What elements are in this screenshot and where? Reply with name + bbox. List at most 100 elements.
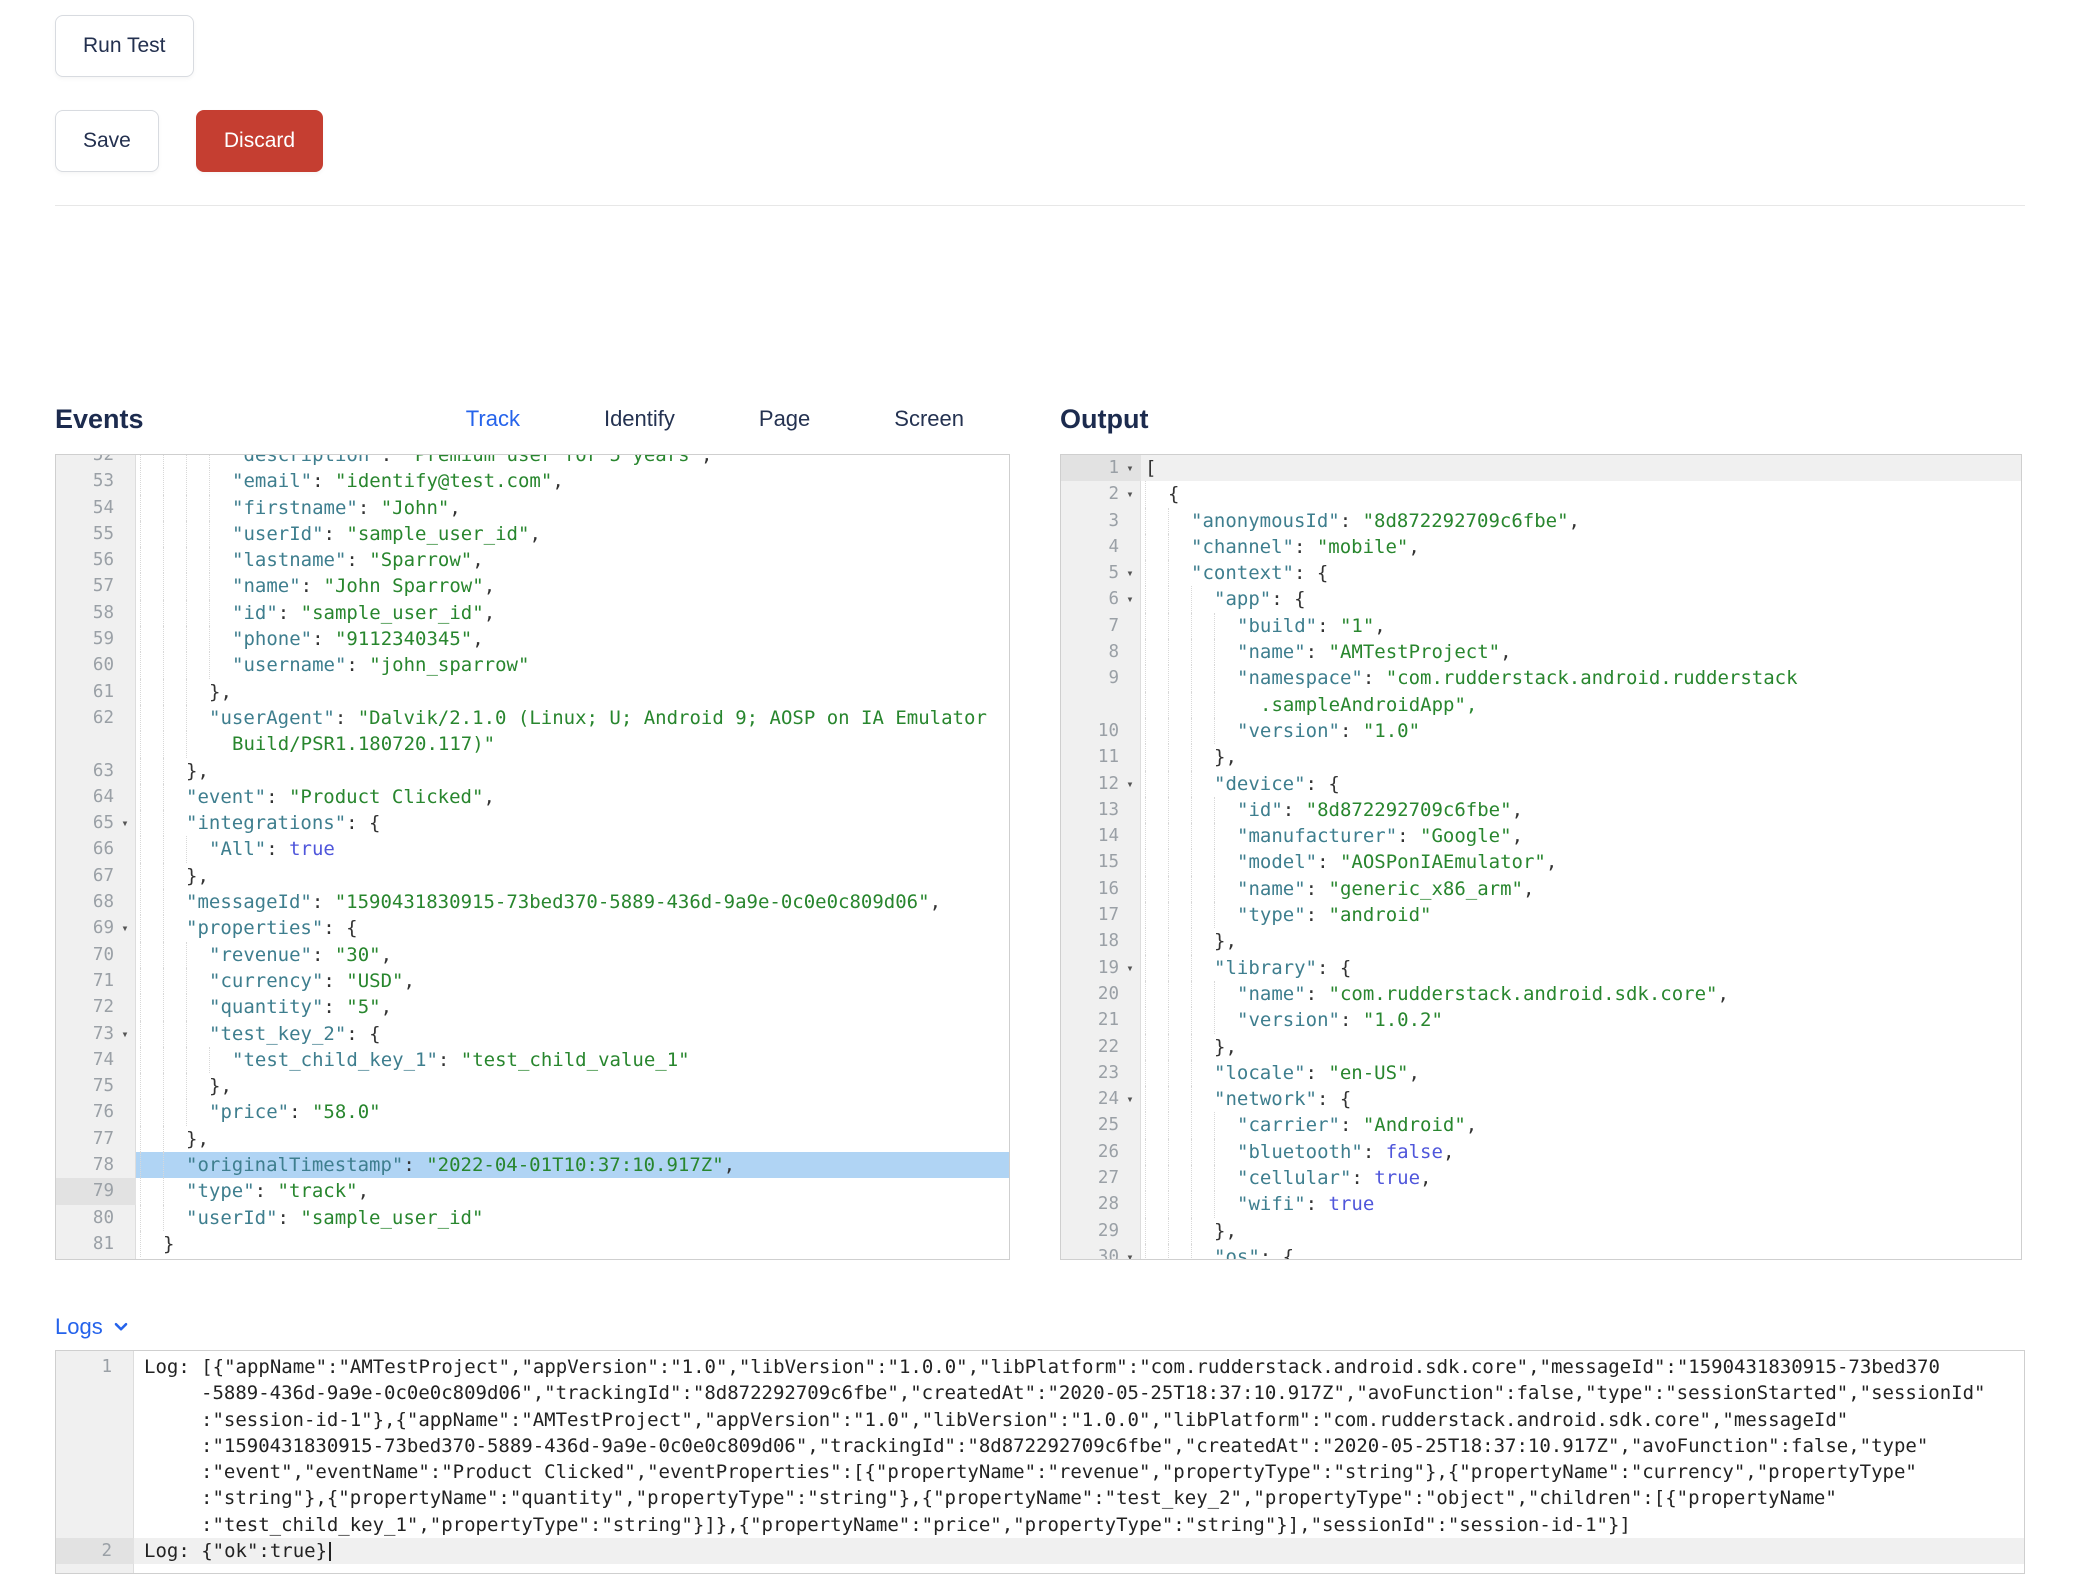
run-test-button[interactable]: Run Test bbox=[55, 15, 194, 77]
code-line[interactable]: }, bbox=[136, 1126, 1009, 1152]
code-line[interactable]: "namespace": "com.rudderstack.android.ru… bbox=[1141, 665, 2021, 691]
code-line[interactable]: }, bbox=[1141, 1218, 2021, 1244]
tab-identify[interactable]: Identify bbox=[604, 406, 675, 432]
code-line[interactable]: "type": "android" bbox=[1141, 902, 2021, 928]
code-line[interactable]: "userAgent": "Dalvik/2.1.0 (Linux; U; An… bbox=[136, 705, 1009, 731]
code-line[interactable]: }, bbox=[136, 1073, 1009, 1099]
tab-screen[interactable]: Screen bbox=[894, 406, 964, 432]
code-line[interactable]: "app": { bbox=[1141, 586, 2021, 612]
tab-track[interactable]: Track bbox=[466, 406, 520, 432]
code-line[interactable]: "library": { bbox=[1141, 955, 2021, 981]
code-line[interactable]: :"test_child_key_1","propertyType":"stri… bbox=[134, 1512, 2024, 1538]
code-line[interactable]: "name": "com.rudderstack.android.sdk.cor… bbox=[1141, 981, 2021, 1007]
code-line[interactable]: "locale": "en-US", bbox=[1141, 1060, 2021, 1086]
code-line[interactable]: "currency": "USD", bbox=[136, 968, 1009, 994]
code-line[interactable]: "lastname": "Sparrow", bbox=[136, 547, 1009, 573]
code-line[interactable]: "id": "sample_user_id", bbox=[136, 600, 1009, 626]
code-line[interactable]: "quantity": "5", bbox=[136, 994, 1009, 1020]
fold-arrow-icon[interactable]: ▾ bbox=[1119, 1244, 1141, 1260]
code-line[interactable]: :"1590431830915-73bed370-5889-436d-9a9e-… bbox=[134, 1433, 2024, 1459]
code-line[interactable]: "test_key_2": { bbox=[136, 1021, 1009, 1047]
code-line[interactable]: "messageId": "1590431830915-73bed370-588… bbox=[136, 889, 1009, 915]
code-line[interactable]: }, bbox=[136, 758, 1009, 784]
code-line[interactable]: "revenue": "30", bbox=[136, 942, 1009, 968]
fold-arrow-icon[interactable]: ▾ bbox=[1119, 481, 1141, 507]
code-line[interactable]: "bluetooth": false, bbox=[1141, 1139, 2021, 1165]
code-line[interactable]: "cellular": true, bbox=[1141, 1165, 2021, 1191]
code-line[interactable]: "name": "AMTestProject", bbox=[1141, 639, 2021, 665]
code-line[interactable]: ] bbox=[136, 1257, 1009, 1260]
fold-arrow-icon[interactable]: ▾ bbox=[1119, 771, 1141, 797]
event-payload-editor[interactable]: 52"description": "Premium user for 5 yea… bbox=[55, 454, 1010, 1260]
code-line[interactable]: .sampleAndroidApp", bbox=[1141, 692, 2021, 718]
logs-console[interactable]: 1Log: [{"appName":"AMTestProject","appVe… bbox=[55, 1350, 2025, 1574]
code-line[interactable]: "model": "AOSPonIAEmulator", bbox=[1141, 849, 2021, 875]
output-editor[interactable]: 1▾[2▾{3"anonymousId": "8d872292709c6fbe"… bbox=[1060, 454, 2022, 1260]
code-line[interactable]: "All": true bbox=[136, 836, 1009, 862]
fold-arrow-icon[interactable]: ▾ bbox=[1119, 455, 1141, 481]
code-line[interactable]: "test_child_key_1": "test_child_value_1" bbox=[136, 1047, 1009, 1073]
code-line[interactable]: { bbox=[1141, 481, 2021, 507]
code-line[interactable]: }, bbox=[1141, 744, 2021, 770]
code-line[interactable]: "username": "john_sparrow" bbox=[136, 652, 1009, 678]
code-line[interactable]: "build": "1", bbox=[1141, 613, 2021, 639]
code-line[interactable]: "userId": "sample_user_id", bbox=[136, 521, 1009, 547]
fold-arrow-icon[interactable]: ▾ bbox=[1119, 1086, 1141, 1112]
code-line[interactable]: "price": "58.0" bbox=[136, 1099, 1009, 1125]
code-line[interactable]: "originalTimestamp": "2022-04-01T10:37:1… bbox=[136, 1152, 1009, 1178]
code-line[interactable]: }, bbox=[136, 679, 1009, 705]
fold-arrow-icon[interactable]: ▾ bbox=[114, 915, 136, 941]
line-number: 24 bbox=[1067, 1086, 1119, 1112]
code-line[interactable]: } bbox=[136, 1231, 1009, 1257]
save-button[interactable]: Save bbox=[55, 110, 159, 172]
fold-arrow-icon[interactable]: ▾ bbox=[1119, 560, 1141, 586]
code-line[interactable]: "properties": { bbox=[136, 915, 1009, 941]
fold-arrow-icon[interactable]: ▾ bbox=[114, 810, 136, 836]
code-line[interactable]: "carrier": "Android", bbox=[1141, 1112, 2021, 1138]
code-line[interactable]: "event": "Product Clicked", bbox=[136, 784, 1009, 810]
code-line[interactable]: "network": { bbox=[1141, 1086, 2021, 1112]
code-line[interactable]: [ bbox=[1141, 455, 2021, 481]
code-line[interactable]: :"session-id-1"},{"appName":"AMTestProje… bbox=[134, 1407, 2024, 1433]
code-line[interactable]: "os": { bbox=[1141, 1244, 2021, 1260]
fold-arrow-icon[interactable]: ▾ bbox=[114, 1021, 136, 1047]
code-line[interactable]: "email": "identify@test.com", bbox=[136, 468, 1009, 494]
code-line[interactable]: Build/PSR1.180720.117)" bbox=[136, 731, 1009, 757]
code-line[interactable]: "type": "track", bbox=[136, 1178, 1009, 1204]
fold-spacer bbox=[114, 1257, 136, 1260]
code-line[interactable]: "id": "8d872292709c6fbe", bbox=[1141, 797, 2021, 823]
code-line[interactable]: "firstname": "John", bbox=[136, 495, 1009, 521]
code-line[interactable]: "channel": "mobile", bbox=[1141, 534, 2021, 560]
code-line[interactable]: "integrations": { bbox=[136, 810, 1009, 836]
code-line[interactable]: "description": "Premium user for 5 years… bbox=[136, 454, 1009, 468]
tab-page[interactable]: Page bbox=[759, 406, 810, 432]
logs-toggle[interactable]: Logs bbox=[55, 1314, 2025, 1340]
code-line[interactable]: "name": "John Sparrow", bbox=[136, 573, 1009, 599]
code-line[interactable]: "phone": "9112340345", bbox=[136, 626, 1009, 652]
fold-arrow-icon[interactable]: ▾ bbox=[1119, 955, 1141, 981]
code-line[interactable]: -5889-436d-9a9e-0c0e0c809d06","trackingI… bbox=[134, 1380, 2024, 1406]
code-line[interactable]: Log: [{"appName":"AMTestProject","appVer… bbox=[134, 1354, 2024, 1380]
code-line[interactable]: "wifi": true bbox=[1141, 1191, 2021, 1217]
gutter-cell: 55 bbox=[56, 521, 136, 547]
code-line[interactable]: "version": "1.0" bbox=[1141, 718, 2021, 744]
code-line[interactable]: "context": { bbox=[1141, 560, 2021, 586]
output-panel-header: Output bbox=[1060, 396, 2022, 442]
code-line[interactable]: "manufacturer": "Google", bbox=[1141, 823, 2021, 849]
fold-spacer bbox=[1119, 928, 1141, 954]
code-line[interactable]: "device": { bbox=[1141, 771, 2021, 797]
discard-button[interactable]: Discard bbox=[196, 110, 323, 172]
code-text: } bbox=[163, 1231, 174, 1257]
code-line[interactable]: }, bbox=[1141, 928, 2021, 954]
code-line[interactable]: :"string"},{"propertyName":"quantity","p… bbox=[134, 1485, 2024, 1511]
code-line[interactable]: :"event","eventName":"Product Clicked","… bbox=[134, 1459, 2024, 1485]
code-line[interactable]: }, bbox=[136, 863, 1009, 889]
fold-arrow-icon[interactable]: ▾ bbox=[1119, 586, 1141, 612]
code-line[interactable]: "anonymousId": "8d872292709c6fbe", bbox=[1141, 508, 2021, 534]
code-line[interactable]: "version": "1.0.2" bbox=[1141, 1007, 2021, 1033]
fold-spacer bbox=[1119, 639, 1141, 665]
code-line[interactable]: "userId": "sample_user_id" bbox=[136, 1205, 1009, 1231]
code-line[interactable]: "name": "generic_x86_arm", bbox=[1141, 876, 2021, 902]
code-line[interactable]: }, bbox=[1141, 1034, 2021, 1060]
code-line[interactable]: Log: {"ok":true} bbox=[134, 1538, 2024, 1564]
